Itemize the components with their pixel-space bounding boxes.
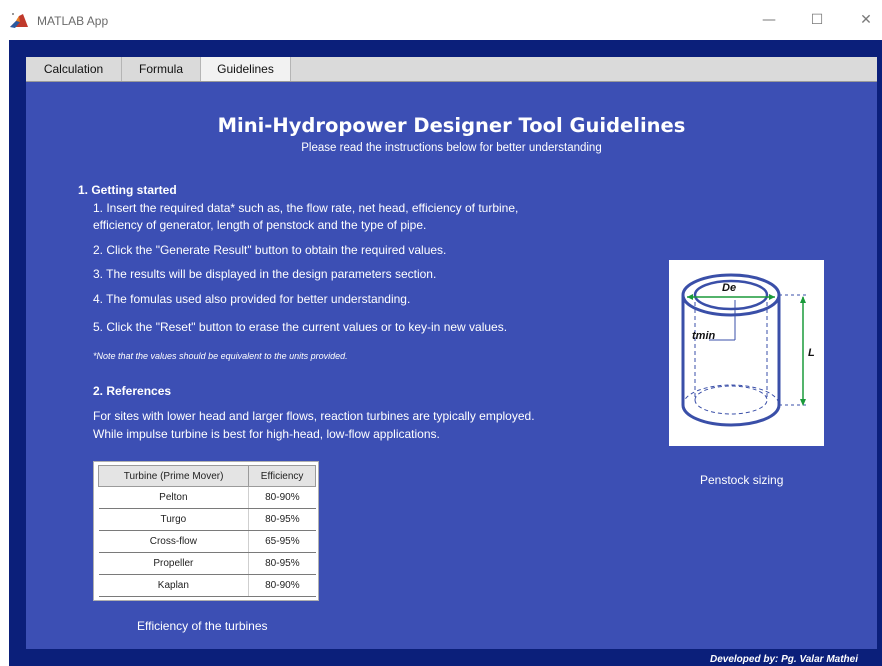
table-row: Pelton 80-90% [98, 486, 316, 509]
turbine-efficiency: 80-95% [248, 508, 316, 531]
table-row: Turgo 80-95% [98, 508, 316, 531]
page-subtitle: Please read the instructions below for b… [301, 142, 602, 154]
window-title: MATLAB App [37, 14, 109, 28]
step-4: 4. The fomulas used also provided for be… [93, 292, 411, 306]
turbine-efficiency: 65-95% [248, 530, 316, 553]
diagram-caption: Penstock sizing [700, 473, 784, 487]
close-button[interactable]: ✕ [851, 8, 881, 32]
turbine-efficiency: 80-95% [248, 552, 316, 575]
window-titlebar: MATLAB App — ☐ ✕ [0, 0, 882, 40]
table-row: Cross-flow 65-95% [98, 530, 316, 553]
turbine-efficiency-table-image: Turbine (Prime Mover) Efficiency Pelton … [93, 461, 319, 601]
turbine-efficiency: 80-90% [248, 574, 316, 597]
references-heading: 2. References [93, 384, 172, 398]
tab-calculation[interactable]: Calculation [26, 57, 122, 81]
table-header-row: Turbine (Prime Mover) Efficiency [97, 465, 316, 487]
matlab-logo-icon [10, 13, 28, 28]
guidelines-panel: Mini-Hydropower Designer Tool Guidelines… [26, 82, 877, 649]
tab-formula[interactable]: Formula [122, 57, 201, 81]
turbine-name: Propeller [98, 552, 250, 575]
references-line-1: For sites with lower head and larger flo… [93, 409, 535, 423]
turbine-efficiency: 80-90% [248, 486, 316, 509]
tab-bar: Calculation Formula Guidelines [26, 57, 877, 82]
developer-credit: Developed by: Pg. Valar Mathei [709, 654, 858, 665]
length-label: L [808, 347, 815, 359]
column-header-turbine: Turbine (Prime Mover) [97, 465, 250, 487]
units-note: *Note that the values should be equivale… [93, 351, 348, 361]
tab-guidelines[interactable]: Guidelines [201, 57, 291, 81]
turbine-name: Kaplan [98, 574, 250, 597]
turbine-name: Cross-flow [98, 530, 250, 553]
table-row: Propeller 80-95% [98, 552, 316, 575]
table-row: Kaplan 80-90% [98, 574, 316, 597]
page-title: Mini-Hydropower Designer Tool Guidelines [217, 114, 686, 137]
diameter-label: De [722, 282, 736, 294]
column-header-efficiency: Efficiency [248, 465, 316, 487]
step-3: 3. The results will be displayed in the … [93, 267, 437, 281]
maximize-button[interactable]: ☐ [802, 8, 832, 32]
penstock-cylinder-icon: De tmin L [681, 273, 815, 427]
turbine-efficiency-table: Turbine (Prime Mover) Efficiency Pelton … [97, 465, 316, 597]
step-1-line-2: efficiency of generator, length of penst… [93, 218, 427, 232]
getting-started-heading: 1. Getting started [78, 183, 177, 197]
references-line-2: While impulse turbine is best for high-h… [93, 427, 440, 441]
turbine-name: Pelton [98, 486, 250, 509]
penstock-diagram-image: De tmin L [669, 260, 824, 446]
thickness-label: tmin [692, 330, 716, 342]
step-2: 2. Click the "Generate Result" button to… [93, 243, 447, 257]
step-5: 5. Click the "Reset" button to erase the… [93, 320, 508, 334]
step-1-line-1: 1. Insert the required data* such as, th… [93, 201, 519, 215]
turbine-name: Turgo [98, 508, 250, 531]
minimize-button[interactable]: — [754, 8, 784, 32]
table-caption: Efficiency of the turbines [137, 619, 268, 633]
